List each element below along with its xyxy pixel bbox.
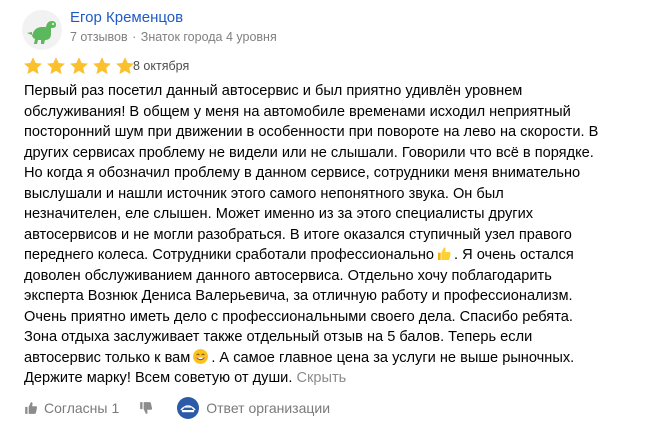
review-line: Но когда я обозначил проблему в данном с… [24, 165, 581, 181]
author-name[interactable]: Егор Кременцов [70, 9, 183, 26]
review-text: Первый раз посетил данный автосервис и б… [24, 81, 654, 389]
review-line: эксперта Вознюк Дениса Валерьевича, за о… [24, 288, 573, 304]
review-line-part: . А самое главное цена за услуги не выше… [211, 349, 575, 366]
author-expert-level: Знаток города 4 уровня [140, 30, 277, 44]
thumbs-down-icon [140, 402, 153, 414]
review-line: посторонний шум при движении в особеннос… [24, 124, 599, 140]
organization-reply-label: Ответ организации [206, 400, 331, 416]
thumbs-up-icon [25, 402, 38, 414]
review-line: автосервис только к вам . А самое главное… [24, 348, 654, 369]
author-meta: 7 отзывов · Знаток города 4 уровня [70, 30, 277, 44]
review-line: доволен обслуживанием данного автосервис… [24, 267, 552, 284]
star-icon [116, 57, 134, 75]
like-button[interactable]: Согласны 1 [24, 400, 119, 416]
review-line-part: . Я очень остался [454, 247, 574, 263]
review-line: выслушали и нашли источник этого самого … [24, 185, 504, 202]
review-line: переднего колеса. Сотрудники сработали п… [24, 245, 654, 266]
review-footer: Согласны 1 Ответ организации [24, 396, 330, 420]
dinosaur-icon [27, 21, 56, 44]
review-line: Держите марку! Всем советую от души. Скр… [24, 368, 654, 389]
organization-reply-button[interactable]: Ответ организации [177, 397, 330, 419]
like-count: 1 [111, 400, 120, 416]
meta-separator: · [132, 30, 137, 44]
review-line: обслуживания! В общем у меня на автомоби… [24, 103, 571, 120]
star-icon [70, 57, 88, 75]
like-label: Согласны [44, 400, 108, 416]
author-avatar[interactable] [22, 10, 62, 50]
author-review-count: 7 отзывов [70, 30, 128, 44]
review-line: Очень приятно иметь дело с профессиональ… [24, 308, 573, 325]
rating-stars [23, 56, 135, 76]
review-line: незначителен, еле слышен. Может именно и… [24, 206, 534, 222]
dislike-button[interactable] [139, 401, 153, 415]
review-line-part: Держите марку! Всем советую от души. [24, 370, 293, 386]
review-line: других сервисах проблему не видели или н… [24, 144, 594, 161]
review-date: 8 октября [133, 59, 190, 73]
review-line-part: переднего колеса. Сотрудники сработали п… [24, 247, 435, 263]
star-icon [24, 57, 42, 75]
organization-logo-icon [177, 397, 200, 419]
review-line-part: автосервис только к вам [24, 349, 191, 366]
review-card: Егор Кременцов 7 отзывов · Знаток города… [0, 0, 672, 430]
review-line: Первый раз посетил данный автосервис и б… [24, 83, 523, 99]
collapse-link[interactable]: Скрыть [296, 370, 346, 386]
review-line: автосервисов и не могли разобраться. В и… [24, 226, 572, 243]
star-icon [47, 57, 65, 75]
review-line: Зона отдыха заслуживает также отдельный … [24, 329, 533, 345]
star-icon [93, 57, 111, 75]
